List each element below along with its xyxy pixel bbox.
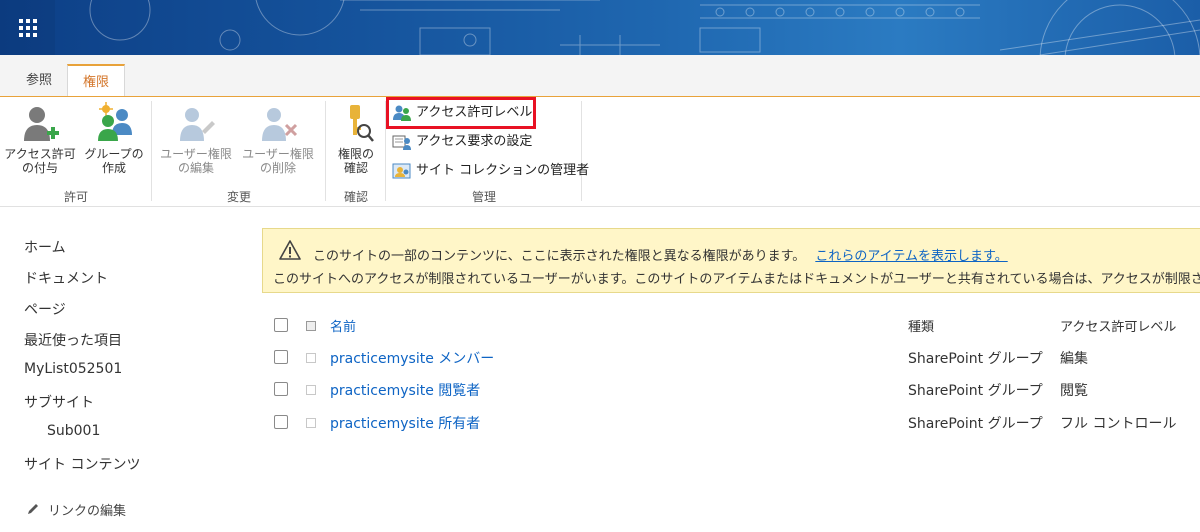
table-row: practicemysite 閲覧者 SharePoint グループ 閲覧 [262,374,1200,406]
group-divider [581,101,582,201]
nav-item-mylist[interactable]: MyList052501 [24,361,122,377]
group-type: SharePoint グループ [908,383,1043,399]
site-collection-admins-icon [392,162,412,180]
select-all-checkbox[interactable] [274,318,288,332]
edit-user-permissions-button[interactable]: ユーザー権限 の編集 [158,101,234,175]
nav-item-subsites[interactable]: サブサイト [24,392,94,412]
ribbon: アクセス許可 の付与 グループの 作成 許可 ユーザー権限 の編集 ユーザー権限… [0,97,1200,207]
row-checkbox[interactable] [274,382,288,396]
row-item-icon [306,418,316,428]
check-permissions-button[interactable]: 権限の 確認 [318,101,394,175]
row-checkbox[interactable] [274,350,288,364]
create-group-icon [94,101,134,145]
edit-user-permissions-icon [176,101,216,145]
column-header-name[interactable]: 名前 [330,316,356,335]
row-item-icon [306,385,316,395]
remove-user-permissions-button[interactable]: ユーザー権限 の削除 [240,101,316,175]
app-launcher-button[interactable] [0,0,55,55]
check-permissions-icon [336,101,376,145]
ribbon-group-grant: アクセス許可 の付与 グループの 作成 許可 [0,97,152,207]
group-label-grant: 許可 [63,190,88,204]
tab-permissions[interactable]: 権限 [67,64,125,97]
item-type-header-icon [306,321,316,331]
edit-links-button[interactable]: リンクの編集 [26,500,126,519]
show-items-link[interactable]: これらのアイテムを表示します。 [815,249,1007,264]
nav-item-documents[interactable]: ドキュメント [24,268,108,288]
grant-permissions-icon [20,101,60,145]
access-request-settings-button[interactable]: アクセス要求の設定 [392,131,532,153]
tab-browse[interactable]: 参照 [14,64,64,97]
notice-line-1: このサイトの一部のコンテンツに、ここに表示された権限と異なる権限があります。 これ… [313,249,1008,264]
group-label-manage: 管理 [471,190,496,204]
table-header-row: 名前 種類 アクセス許可レベル [262,310,1200,342]
notice-line-2: このサイトへのアクセスが制限されているユーザーがいます。このサイトのアイテムまた… [273,272,1200,287]
highlight-box [386,97,536,129]
column-header-type[interactable]: 種類 [908,316,934,335]
create-group-button[interactable]: グループの 作成 [76,101,152,175]
group-name-link[interactable]: practicemysite 閲覧者 [330,380,480,400]
row-item-icon [306,353,316,363]
group-permission-level: フル コントロール [1060,416,1177,432]
pencil-icon [26,502,42,518]
ribbon-tab-row: 参照 権限 [0,55,1200,97]
group-label-check: 確認 [343,190,368,204]
ribbon-group-modify: ユーザー権限 の編集 ユーザー権限 の削除 変更 [152,97,326,207]
grant-permissions-button[interactable]: アクセス許可 の付与 [2,101,78,175]
header-banner-pattern [89,0,1200,55]
nav-item-pages[interactable]: ページ [24,299,66,319]
site-collection-admins-button[interactable]: サイト コレクションの管理者 [392,160,589,182]
nav-item-site-contents[interactable]: サイト コンテンツ [24,454,140,474]
group-type: SharePoint グループ [908,416,1043,432]
warning-icon [279,240,301,260]
suite-bar [0,0,1200,55]
group-permission-level: 閲覧 [1060,383,1088,399]
group-label-modify: 変更 [226,190,251,204]
group-name-link[interactable]: practicemysite メンバー [330,348,494,368]
row-checkbox[interactable] [274,415,288,429]
table-row: practicemysite 所有者 SharePoint グループ フル コン… [262,407,1200,439]
waffle-icon [18,18,37,37]
nav-item-recent[interactable]: 最近使った項目 [24,330,122,350]
group-name-link[interactable]: practicemysite 所有者 [330,413,480,433]
remove-user-permissions-icon [258,101,298,145]
group-type: SharePoint グループ [908,351,1043,367]
nav-item-home[interactable]: ホーム [24,237,66,257]
column-header-permission-level[interactable]: アクセス許可レベル [1060,316,1176,335]
table-row: practicemysite メンバー SharePoint グループ 編集 [262,342,1200,374]
group-permission-level: 編集 [1060,351,1088,367]
access-request-icon [392,133,412,151]
ribbon-group-check: 権限の 確認 確認 [326,97,386,207]
unique-permissions-notice: このサイトの一部のコンテンツに、ここに表示された権限と異なる権限があります。 これ… [262,228,1200,293]
nav-item-sub001[interactable]: Sub001 [47,423,100,439]
